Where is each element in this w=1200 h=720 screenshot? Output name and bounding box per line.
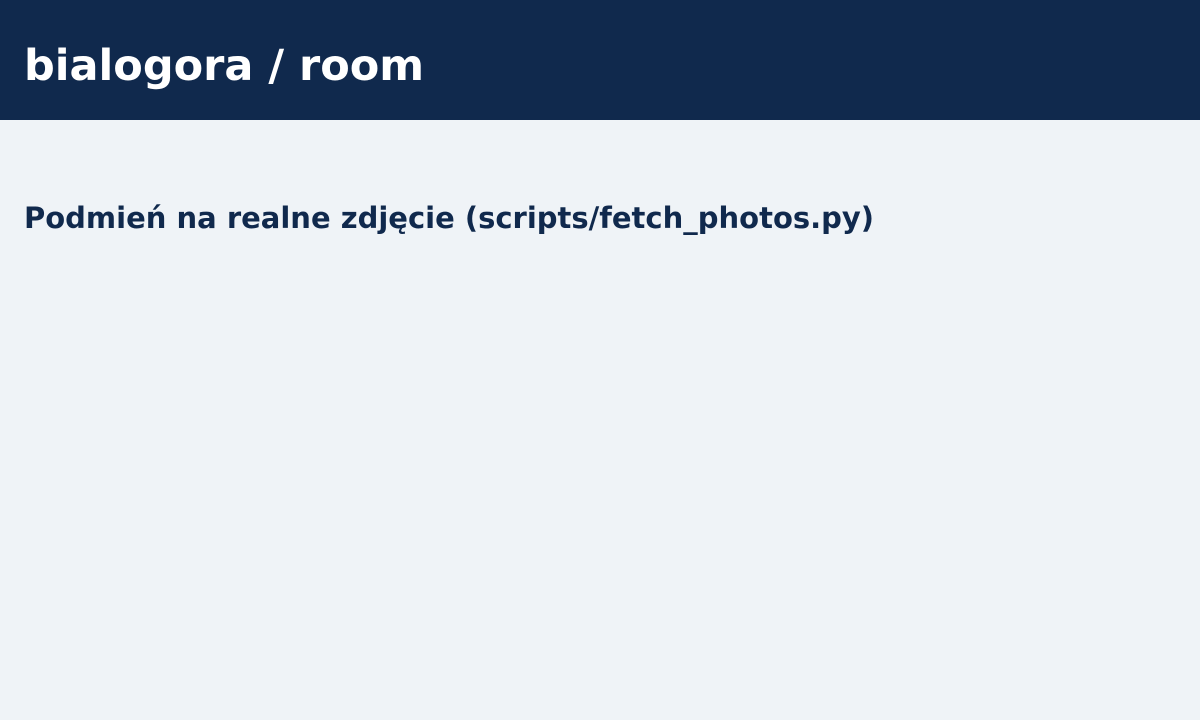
page-header: bialogora / room [0,0,1200,120]
page-title: bialogora / room [24,41,425,91]
image-placeholder: Podmień na realne zdjęcie (scripts/fetch… [0,120,1200,720]
placeholder-caption: Podmień na realne zdjęcie (scripts/fetch… [24,201,875,235]
